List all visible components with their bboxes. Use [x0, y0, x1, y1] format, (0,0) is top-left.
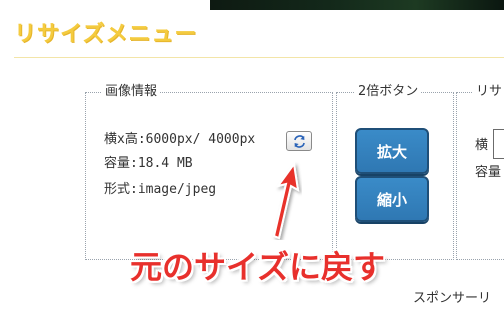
- resize-width-input[interactable]: [493, 129, 504, 159]
- enlarge-button[interactable]: 拡大: [355, 128, 429, 174]
- sponsor-label: スポンサーリ: [413, 291, 492, 306]
- resize-width-label: 横: [475, 138, 489, 153]
- resize-panel: リサ 横 容量: [456, 84, 504, 260]
- annotation-arrow-icon: [272, 161, 300, 240]
- image-capacity: 容量:18.4 MB: [104, 156, 193, 171]
- resize-legend: リサ: [473, 84, 504, 100]
- annotation-text: 元のサイズに戻す: [130, 248, 386, 286]
- shrink-button[interactable]: 縮小: [355, 176, 429, 222]
- refresh-icon: [293, 134, 305, 148]
- header-photo: [210, 0, 504, 10]
- reset-size-button[interactable]: [286, 131, 312, 151]
- resize-page: リサイズメニュー 画像情報 横x高:6000px/ 4000px 容量:18.4…: [0, 0, 504, 327]
- resize-capacity-label: 容量: [475, 165, 502, 180]
- image-dimensions: 横x高:6000px/ 4000px: [104, 132, 256, 147]
- title-divider: [14, 57, 504, 58]
- double-button-legend: 2倍ボタン: [355, 84, 422, 100]
- image-format: 形式:image/jpeg: [104, 182, 217, 197]
- section-title: リサイズメニュー: [14, 22, 198, 47]
- image-info-legend: 画像情報: [102, 84, 161, 100]
- double-button-panel: 2倍ボタン 拡大 縮小: [336, 84, 454, 260]
